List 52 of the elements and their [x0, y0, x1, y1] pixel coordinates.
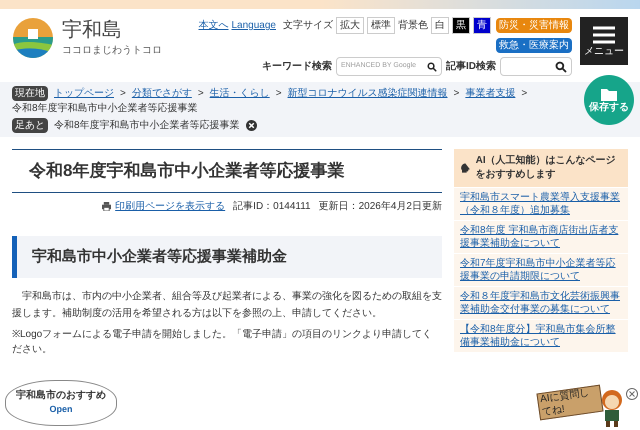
menu-icon [592, 26, 616, 44]
folder-icon [601, 88, 617, 100]
recommendation-link[interactable]: 【令和8年度分】宇和島市集会所整備事業補助金について [460, 323, 622, 349]
close-icon[interactable] [246, 120, 257, 131]
breadcrumb-separator: > [276, 87, 282, 101]
skip-link[interactable]: 本文へ [198, 18, 228, 33]
site-name: 宇和島 [62, 18, 123, 43]
breadcrumb-link[interactable]: 事業者支援 [465, 86, 516, 101]
ai-panel-heading: AI（人工知能）はこんなページをおすすめします [476, 154, 617, 182]
breadcrumb-link[interactable]: 分類でさがす [132, 86, 192, 101]
breadcrumb-current: 令和8年度宇和島市中小企業者等応援事業 [12, 102, 198, 116]
font-size-label: 文字サイズ [283, 18, 333, 33]
mascot-sign: AIに質問してね! [536, 384, 604, 420]
article-id: 記事ID：0144111 [233, 200, 311, 214]
id-search-label: 記事ID検索 [446, 60, 496, 74]
recommendation-link[interactable]: 令和7年度宇和島市中小企業者等応援事業の申請期限について [460, 257, 622, 283]
breadcrumb-link[interactable]: トップページ [54, 86, 114, 101]
intro-paragraph: 宇和島市は、市内の中小企業者、組合等及び起業者による、事業の強化を図るための取組を支援します。補助制度の活用を希望される方は以下を参照の上、申請してください。 [12, 290, 442, 321]
close-icon[interactable] [626, 388, 638, 400]
recommendation-link[interactable]: 令和8年度 宇和島市商店街出店者支援事業補助金について [460, 224, 622, 250]
background-color-button[interactable]: 黒 [452, 17, 470, 34]
search-icon [555, 60, 567, 72]
breadcrumb-separator: > [521, 87, 528, 101]
recommendation-link[interactable]: 令和８年度宇和島市文化芸術振興事業補助金交付事業の募集について [460, 290, 622, 316]
menu-button[interactable]: メニュー [580, 17, 628, 65]
id-search-field[interactable] [500, 57, 572, 76]
breadcrumb-separator: > [454, 87, 460, 101]
background-color-button[interactable]: 白 [431, 17, 449, 34]
notice-text: ※Logoフォームによる電子申請を開始しました。「電子申請」の項目のリンクより申請してください。 [12, 328, 434, 357]
breadcrumb-link[interactable]: 生活・くらし [210, 86, 270, 101]
background-color-button[interactable]: 青 [473, 17, 491, 34]
background-color-label: 背景色 [398, 18, 428, 33]
recommendation-link[interactable]: 宇和島市スマート農業導入支援事業（令和８年度）追加募集 [460, 191, 622, 217]
keyword-search-label: キーワード検索 [262, 60, 332, 74]
print-link[interactable]: 印刷用ページを表示する [115, 198, 226, 214]
font-size-button[interactable]: 拡大 [336, 17, 364, 34]
updated-date: 更新日：2026年4月2日更新 [318, 200, 442, 214]
breadcrumb-separator: > [120, 87, 126, 101]
history-item[interactable]: 令和8年度宇和島市中小企業者等応援事業 [54, 118, 240, 133]
quick-link-button[interactable]: 救急・医療案内 [496, 38, 572, 53]
breadcrumb-separator: > [198, 87, 204, 101]
history-tag: 足あと [12, 118, 48, 133]
language-link[interactable]: Language [232, 18, 276, 33]
tagline: ココロまじわうトコロ [62, 44, 162, 58]
printer-icon [102, 202, 112, 210]
section-heading: 宇和島市中小企業者等応援事業補助金 [12, 236, 442, 278]
location-tag: 現在地 [12, 86, 48, 101]
page-title: 令和8年度宇和島市中小企業者等応援事業 [12, 149, 442, 192]
recommend-bubble[interactable]: 宇和島市のおすすめ Open [5, 380, 117, 426]
breadcrumb-link[interactable]: 新型コロナウイルス感染症関連情報 [288, 86, 448, 101]
search-icon [427, 60, 437, 72]
font-size-button[interactable]: 標準 [367, 17, 395, 34]
